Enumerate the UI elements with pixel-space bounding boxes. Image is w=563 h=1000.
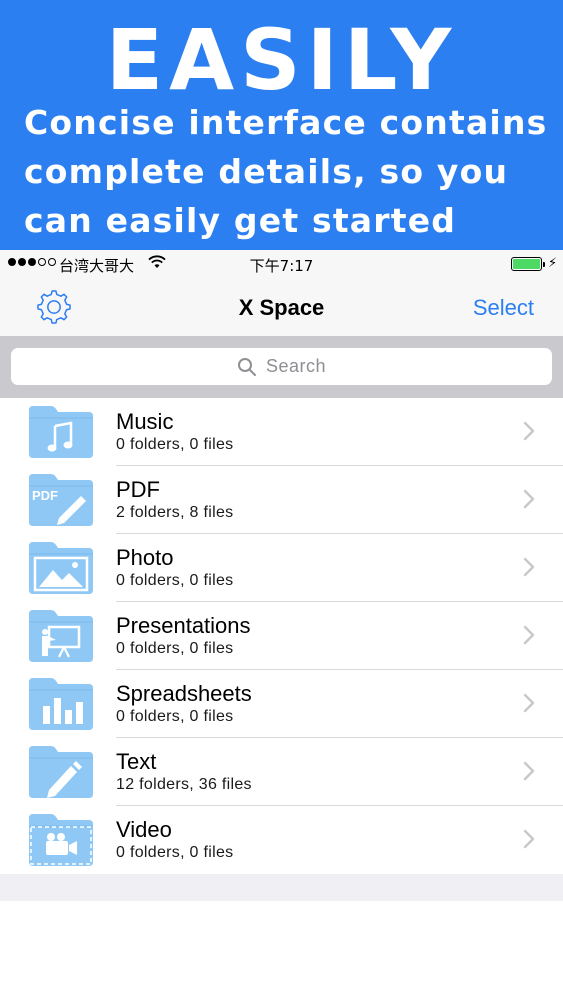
folder-row-music[interactable]: Music 0 folders, 0 files	[0, 398, 563, 466]
folder-name: Text	[116, 749, 157, 774]
folder-row-pdf[interactable]: PDF PDF 2 folders, 8 files	[0, 466, 563, 534]
promo-banner: EASILY Concise interface contains comple…	[0, 0, 563, 250]
chevron-right-icon	[523, 761, 535, 781]
banner-line: complete details, so you	[24, 152, 509, 191]
svg-text:PDF: PDF	[32, 488, 58, 503]
status-time: 下午7:17	[249, 257, 314, 275]
folder-detail: 0 folders, 0 files	[116, 572, 234, 589]
chevron-right-icon	[523, 557, 535, 577]
pencil-icon	[29, 746, 93, 798]
presenter-board-icon	[29, 610, 93, 662]
folder-name: PDF	[116, 477, 160, 502]
folder-row-presentations[interactable]: Presentations 0 folders, 0 files	[0, 602, 563, 670]
banner-subtitle: Concise interface contains complete deta…	[24, 98, 554, 245]
search-input[interactable]: Search	[11, 348, 552, 385]
folder-name: Video	[116, 817, 172, 842]
pdf-pencil-icon: PDF	[29, 474, 93, 526]
folder-detail: 12 folders, 36 files	[116, 776, 252, 793]
video-camera-icon	[29, 814, 93, 866]
folder-detail: 0 folders, 0 files	[116, 708, 234, 725]
folder-row-photo[interactable]: Photo 0 folders, 0 files	[0, 534, 563, 602]
chevron-right-icon	[523, 693, 535, 713]
music-note-icon	[29, 406, 93, 458]
select-button[interactable]: Select	[473, 295, 534, 321]
status-bar: 台湾大哥大 下午7:17 ⚡︎	[0, 250, 563, 278]
folder-name: Spreadsheets	[116, 681, 252, 706]
charging-bolt-icon: ⚡︎	[548, 255, 558, 270]
banner-line: can easily get started	[24, 201, 457, 240]
folder-row-text[interactable]: Text 12 folders, 36 files	[0, 738, 563, 806]
search-placeholder: Search	[265, 356, 327, 376]
search-bar-container: Search	[0, 337, 563, 398]
folder-row-video[interactable]: Video 0 folders, 0 files	[0, 806, 563, 874]
list-footer	[0, 874, 563, 901]
chevron-right-icon	[523, 625, 535, 645]
folder-row-spreadsheets[interactable]: Spreadsheets 0 folders, 0 files	[0, 670, 563, 738]
folder-list: Music 0 folders, 0 files PDF PDF 2 folde…	[0, 398, 563, 874]
banner-title: EASILY	[105, 11, 458, 109]
search-icon	[237, 357, 256, 376]
chevron-right-icon	[523, 421, 535, 441]
chevron-right-icon	[523, 829, 535, 849]
chevron-right-icon	[523, 489, 535, 509]
navigation-bar: X Space Select	[0, 278, 563, 337]
battery-icon	[511, 257, 545, 271]
folder-detail: 0 folders, 0 files	[116, 640, 234, 657]
folder-detail: 2 folders, 8 files	[116, 504, 234, 521]
folder-name: Photo	[116, 545, 174, 570]
folder-name: Music	[116, 409, 174, 434]
battery-fill	[513, 259, 540, 269]
bar-chart-icon	[29, 678, 93, 730]
banner-line: Concise interface contains	[24, 103, 548, 142]
folder-detail: 0 folders, 0 files	[116, 844, 234, 861]
mountains-image-icon	[29, 542, 93, 594]
folder-name: Presentations	[116, 613, 251, 638]
folder-detail: 0 folders, 0 files	[116, 436, 234, 453]
